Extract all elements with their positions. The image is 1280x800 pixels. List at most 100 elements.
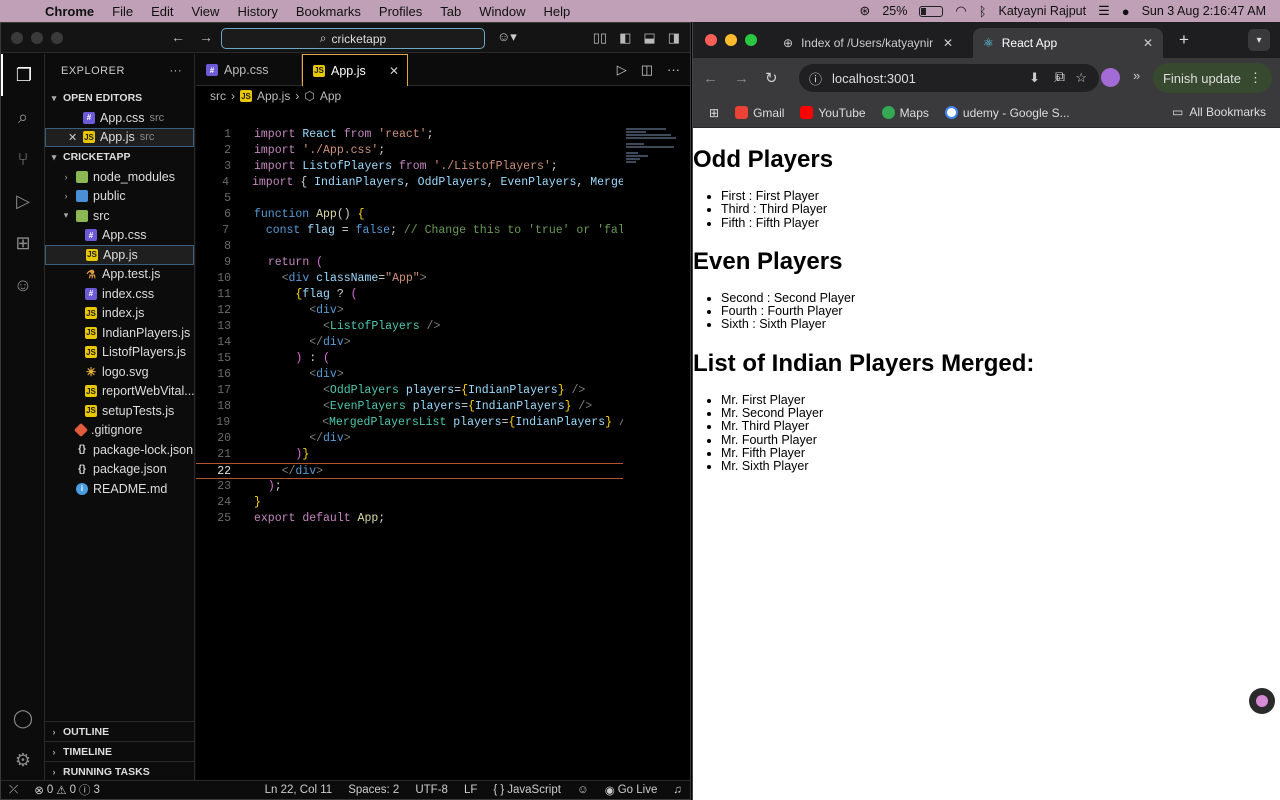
timeline-section[interactable]: › TIMELINE <box>45 741 194 761</box>
bluetooth-icon[interactable]: ᛒ <box>979 4 987 19</box>
floating-assistant-button[interactable] <box>1249 688 1275 714</box>
reload-icon[interactable]: ↻ <box>765 69 778 87</box>
control-center-icon[interactable]: ☰ <box>1098 3 1110 19</box>
outline-section[interactable]: › OUTLINE <box>45 721 194 741</box>
file-tree-item[interactable]: i README.md <box>45 479 194 499</box>
minimize-window-button[interactable] <box>725 34 737 46</box>
more-actions-icon[interactable]: ··· <box>667 62 680 78</box>
minimap[interactable] <box>626 127 680 177</box>
finish-update-button[interactable]: Finish update ⋮ <box>1152 63 1272 93</box>
file-tree-item[interactable]: › public <box>45 187 194 207</box>
close-tab-icon[interactable]: ✕ <box>389 64 399 78</box>
bookmark-youtube[interactable]: YouTube <box>800 106 866 120</box>
close-window-button[interactable] <box>11 31 23 44</box>
zoom-window-button[interactable] <box>51 31 63 44</box>
new-tab-plus-icon[interactable]: + <box>1179 30 1189 50</box>
source-control-icon[interactable]: ⑂ <box>1 138 45 180</box>
battery-icon[interactable] <box>919 5 944 17</box>
browser-tab-react-app[interactable]: ⚛ React App ✕ <box>973 28 1163 58</box>
breadcrumb-file[interactable]: App.js <box>257 89 290 103</box>
file-tree-item[interactable]: JS index.js <box>45 304 194 324</box>
open-editors-header[interactable]: ▾ OPEN EDITORS <box>45 88 194 108</box>
end-of-line[interactable]: LF <box>456 784 485 796</box>
menu-view[interactable]: View <box>182 4 228 19</box>
problems-indicator[interactable]: ⊗ 0 ⚠ 0 ⓘ 3 <box>26 782 108 798</box>
menu-window[interactable]: Window <box>470 4 534 19</box>
tab-search-chevron-icon[interactable]: ▾ <box>1248 29 1270 51</box>
minimize-window-button[interactable] <box>31 31 43 44</box>
file-tree-item[interactable]: JS App.js <box>45 245 194 265</box>
open-editor-item[interactable]: ✕ JS App.js src <box>45 127 194 147</box>
project-header[interactable]: ▾ CRICKETAPP <box>45 147 194 167</box>
open-editor-item[interactable]: # App.css src <box>45 108 194 128</box>
extensions-puzzle-icon[interactable]: ⧉ <box>1055 68 1065 85</box>
breadcrumb-symbol[interactable]: App <box>320 89 341 103</box>
menu-clock[interactable]: Sun 3 Aug 2:16:47 AM <box>1142 4 1266 18</box>
split-editor-icon[interactable]: ◫ <box>641 62 653 78</box>
menu-tab[interactable]: Tab <box>431 4 470 19</box>
siri-icon[interactable]: ● <box>1122 4 1130 19</box>
forward-arrow-icon[interactable]: → <box>734 70 749 87</box>
menu-bookmarks[interactable]: Bookmarks <box>287 4 370 19</box>
search-view-icon[interactable]: ⌕ <box>1 96 45 138</box>
running-tasks-section[interactable]: › RUNNING TASKS <box>45 761 194 781</box>
remote-icon[interactable]: ⤫ <box>1 784 26 797</box>
indentation[interactable]: Spaces: 2 <box>340 784 407 796</box>
more-actions-icon[interactable]: ··· <box>170 65 183 77</box>
back-arrow-icon[interactable]: ← <box>703 70 718 87</box>
browser-tab-index[interactable]: ⊕ Index of /Users/katyaynir ✕ <box>773 28 963 58</box>
notifications-bell-icon[interactable]: ♫ <box>665 784 690 796</box>
file-tree-item[interactable]: .gitignore <box>45 421 194 441</box>
close-icon[interactable]: ✕ <box>68 131 78 144</box>
file-tree-item[interactable]: JS IndianPlayers.js <box>45 323 194 343</box>
file-tree-item[interactable]: ✳ logo.svg <box>45 362 194 382</box>
manage-gear-icon[interactable]: ⚙ <box>1 739 45 781</box>
layout-customize-icon[interactable]: ▯▯ <box>593 30 607 46</box>
install-app-icon[interactable]: ⬇ <box>1029 70 1040 86</box>
go-live-button[interactable]: ◉ Go Live <box>597 783 666 797</box>
file-tree-item[interactable]: JS setupTests.js <box>45 401 194 421</box>
user-name[interactable]: Katyayni Rajput <box>999 4 1087 18</box>
bookmark-maps[interactable]: Maps <box>881 106 929 120</box>
forward-arrow-icon[interactable]: → <box>199 29 213 45</box>
copilot-icon[interactable]: ☺▾ <box>497 29 517 45</box>
file-tree-item[interactable]: › node_modules <box>45 167 194 187</box>
menu-app-name[interactable]: Chrome <box>36 4 103 19</box>
bookmark-star-icon[interactable]: ☆ <box>1075 70 1087 86</box>
run-debug-icon[interactable]: ▷ <box>1 180 45 222</box>
zoom-window-button[interactable] <box>745 34 757 46</box>
copilot-chat-icon[interactable]: ☺ <box>1 264 45 306</box>
accounts-icon[interactable]: ◯ <box>1 697 45 739</box>
encoding[interactable]: UTF-8 <box>407 784 456 796</box>
address-bar[interactable]: ⓘ localhost:3001 ⬇ ⌕ ☆ <box>799 64 1099 92</box>
language-mode[interactable]: { } JavaScript <box>485 784 569 796</box>
file-tree-item[interactable]: {} package-lock.json <box>45 440 194 460</box>
cursor-position[interactable]: Ln 22, Col 11 <box>257 784 341 796</box>
all-bookmarks-button[interactable]: ▭ All Bookmarks <box>1172 105 1266 119</box>
file-tree-item[interactable]: # index.css <box>45 284 194 304</box>
double-chevron-icon[interactable]: » <box>1133 68 1140 83</box>
explorer-icon[interactable]: ❐ <box>1 54 45 96</box>
breadcrumb-folder[interactable]: src <box>210 89 226 103</box>
file-tree-item[interactable]: JS ListofPlayers.js <box>45 343 194 363</box>
tab-app-css[interactable]: # App.css <box>196 54 302 86</box>
menu-edit[interactable]: Edit <box>142 4 182 19</box>
close-window-button[interactable] <box>705 34 717 46</box>
back-arrow-icon[interactable]: ← <box>171 29 185 45</box>
file-tree-item[interactable]: {} package.json <box>45 460 194 480</box>
apps-grid-icon[interactable]: ⊞ <box>709 106 719 120</box>
wifi-icon[interactable]: ◠ <box>955 3 966 19</box>
menu-profiles[interactable]: Profiles <box>370 4 431 19</box>
site-info-icon[interactable]: ⓘ <box>809 69 822 88</box>
tab-app-js[interactable]: JS App.js ✕ <box>302 54 408 86</box>
bookmark-udemy[interactable]: udemy - Google S... <box>944 106 1070 120</box>
menu-file[interactable]: File <box>103 4 142 19</box>
bookmark-gmail[interactable]: Gmail <box>735 106 784 120</box>
openai-icon[interactable]: ⊛ <box>859 3 870 19</box>
copilot-status-icon[interactable]: ☺ <box>569 784 597 796</box>
toggle-secondary-sidebar-icon[interactable]: ◨ <box>668 30 680 46</box>
toggle-sidebar-icon[interactable]: ◧ <box>619 30 631 46</box>
file-tree-item[interactable]: JS reportWebVital... <box>45 382 194 402</box>
code-editor[interactable]: 1 import React from 'react'; 2 import './A… <box>196 127 623 527</box>
command-center-search[interactable]: ⌕ cricketapp <box>221 28 485 49</box>
